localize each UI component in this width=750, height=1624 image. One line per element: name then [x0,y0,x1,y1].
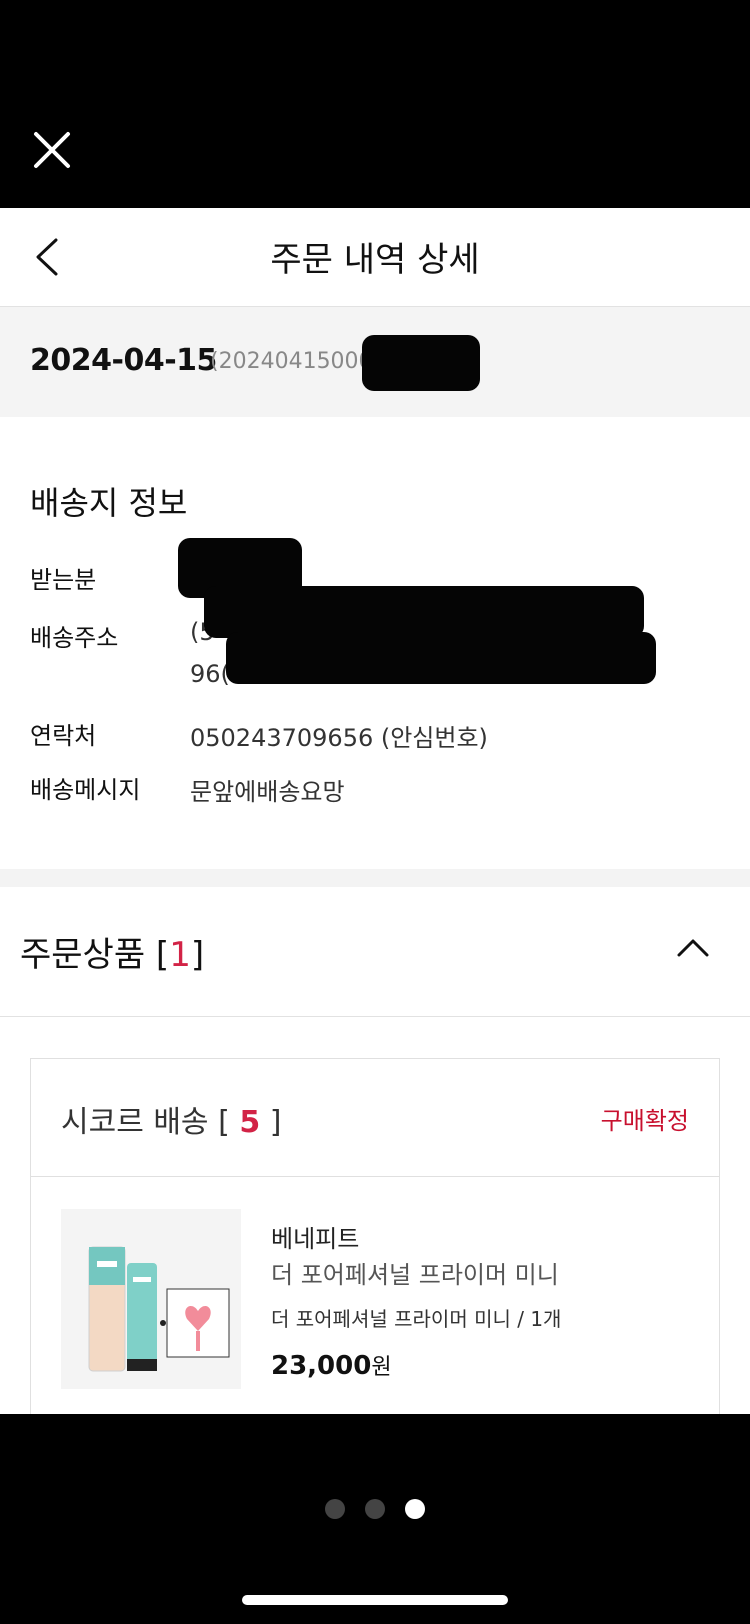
address-label: 배송주소 [30,624,119,652]
home-indicator [242,1595,508,1605]
page-title: 주문 내역 상세 [270,240,480,280]
product-option: 더 포어페셔널 프라이머 미니 / 1개 [271,1307,562,1331]
message-value: 문앞에배송요망 [190,778,345,806]
viewer-top-bar [0,0,750,208]
seller-group-header: 시코르 배송 [ 5 ] 구매확정 [31,1059,719,1177]
close-icon[interactable] [30,128,74,172]
page-header: 주문 내역 상세 [0,208,750,307]
pager-dot-3[interactable] [405,1499,425,1519]
contact-label: 연락처 [30,722,97,750]
product-price: 23,000원 [271,1351,392,1381]
products-count: 1 [169,935,191,975]
redaction-mark [226,632,656,684]
address-line2: 96( [190,660,230,688]
contact-value: 050243709656 (안심번호) [190,724,488,752]
recipient-label: 받는분 [30,566,97,594]
seller-item-count: 5 [239,1105,261,1140]
pager-dot-2[interactable] [365,1499,385,1519]
shipping-section-title: 배송지 정보 [30,484,188,522]
chevron-up-icon[interactable] [676,935,710,959]
message-label: 배송메시지 [30,776,141,804]
seller-group-card: 시코르 배송 [ 5 ] 구매확정 베네피트 더 포어페셔널 프라이머 미니 더… [30,1058,720,1414]
product-name[interactable]: 더 포어페셔널 프라이머 미니 [271,1255,559,1290]
order-date: 2024-04-15 [30,343,217,378]
redaction-mark [362,335,480,391]
redaction-mark [204,586,644,638]
order-detail-screen: 주문 내역 상세 2024-04-15 (20240415000 배송지 정보 … [0,208,750,1414]
purchase-confirmed-status[interactable]: 구매확정 [601,1101,689,1136]
products-section-title: 주문상품 [1] [20,935,205,975]
image-pager [0,1494,750,1524]
section-divider [0,869,750,887]
products-section-header[interactable]: 주문상품 [1] [0,887,750,1017]
seller-name: 시코르 배송 [ 5 ] [61,1105,282,1140]
product-image[interactable] [61,1209,241,1389]
product-brand[interactable]: 베네피트 [271,1219,359,1254]
order-number: (20240415000 [210,349,373,374]
pager-dot-1[interactable] [325,1499,345,1519]
order-info-bar: 2024-04-15 (20240415000 [0,307,750,417]
